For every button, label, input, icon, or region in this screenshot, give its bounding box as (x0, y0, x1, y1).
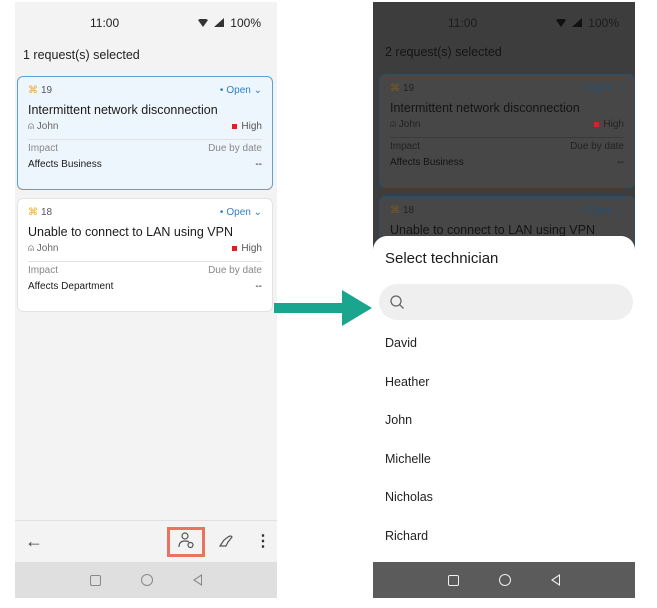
divider (28, 139, 262, 140)
request-id: 19 (403, 83, 415, 94)
wifi-icon (198, 16, 209, 30)
battery-text: 100% (230, 16, 261, 30)
requester-name: John (36, 243, 59, 254)
status-bar: 11:00 100% (15, 2, 277, 42)
request-id-icon: ⌘ (28, 207, 38, 218)
status-dropdown[interactable]: • Open ⌄ (582, 205, 624, 216)
status-dropdown[interactable]: • Open ⌄ (220, 207, 262, 218)
home-icon[interactable] (499, 574, 511, 586)
technician-option[interactable]: David (385, 336, 417, 350)
chevron-down-icon: ⌄ (253, 207, 262, 218)
android-nav-bar (373, 562, 635, 598)
impact-label: Impact (390, 141, 421, 152)
request-card-18[interactable]: ⌘ 18 • Open ⌄ Unable to connect to LAN usi… (17, 198, 273, 312)
technician-option[interactable]: Heather (385, 375, 429, 389)
divider (390, 137, 624, 138)
priority-badge: High (232, 243, 262, 254)
status-time: 11:00 (90, 16, 120, 30)
request-id-icon: ⌘ (28, 85, 38, 96)
status-dropdown[interactable]: • Open ⌄ (582, 83, 624, 94)
due-value: -- (617, 157, 624, 168)
battery-text: 100% (588, 16, 619, 30)
impact-value: Affects Business (390, 157, 464, 168)
android-nav-bar (15, 562, 277, 598)
due-label: Due by date (208, 143, 262, 154)
user-icon: ⍝ (390, 119, 396, 130)
hand-icon (217, 535, 235, 553)
assign-technician-button[interactable] (167, 527, 205, 557)
request-subject: Unable to connect to LAN using VPN (390, 223, 595, 237)
recents-icon[interactable] (90, 574, 101, 586)
requester-name: John (398, 119, 421, 130)
status-label: Open (588, 205, 613, 216)
pickup-button[interactable] (217, 531, 235, 554)
impact-label: Impact (28, 143, 59, 154)
transition-arrow-icon (274, 288, 372, 333)
impact-value: Affects Department (28, 281, 114, 292)
priority-badge: High (594, 119, 624, 130)
sheet-title: Select technician (385, 250, 499, 267)
requester-name: John (36, 121, 59, 132)
impact-value: Affects Business (28, 159, 102, 170)
due-label: Due by date (570, 141, 624, 152)
technician-search-input[interactable] (379, 284, 633, 320)
status-bar: 11:00 100% (373, 2, 635, 42)
bottom-toolbar: ← ⋮ (15, 520, 277, 564)
request-id: 19 (41, 85, 53, 96)
technician-option[interactable]: Nicholas (385, 490, 433, 504)
selection-title: 2 request(s) selected (385, 45, 502, 59)
status-label: Open (226, 85, 251, 96)
divider (28, 261, 262, 262)
page: 11:00 100% 1 request(s) selected ⌘ 19 • Op… (0, 0, 657, 608)
chevron-down-icon: ⌄ (253, 85, 262, 96)
signal-icon (572, 16, 583, 30)
request-subject: Intermittent network disconnection (28, 103, 218, 117)
priority-badge: High (232, 121, 262, 132)
request-subject: Intermittent network disconnection (390, 101, 580, 115)
request-card-19[interactable]: ⌘ 19 • Open ⌄ Intermittent network disconn… (379, 74, 635, 188)
back-arrow-button[interactable]: ← (25, 531, 43, 552)
recents-icon[interactable] (448, 574, 459, 586)
home-icon[interactable] (141, 574, 153, 586)
impact-label: Impact (28, 265, 59, 276)
chevron-down-icon: ⌄ (615, 83, 624, 94)
signal-icon (214, 16, 225, 30)
request-id: 18 (41, 207, 53, 218)
assign-user-icon (177, 531, 195, 554)
request-card-19[interactable]: ⌘ 19 • Open ⌄ Intermittent network disconn… (17, 76, 273, 190)
status-dropdown[interactable]: • Open ⌄ (220, 85, 262, 96)
back-triangle-icon[interactable] (193, 574, 202, 586)
request-id: 18 (403, 205, 415, 216)
selection-title: 1 request(s) selected (23, 48, 140, 62)
status-label: Open (588, 83, 613, 94)
technician-option[interactable]: Michelle (385, 452, 431, 466)
search-icon (389, 294, 405, 315)
technician-option[interactable]: John (385, 413, 412, 427)
request-id-icon: ⌘ (390, 83, 400, 94)
due-label: Due by date (208, 265, 262, 276)
wifi-icon (556, 16, 567, 30)
status-time: 11:00 (448, 16, 478, 30)
user-icon: ⍝ (28, 243, 34, 254)
technician-option[interactable]: Richard (385, 529, 428, 543)
right-phone-screen: 11:00 100% 2 request(s) selected ⌘ 19 • Op… (373, 2, 635, 598)
select-technician-sheet: Select technician David Heather John Mic… (373, 236, 635, 562)
back-triangle-icon[interactable] (551, 574, 560, 586)
status-label: Open (226, 207, 251, 218)
request-id-icon: ⌘ (390, 205, 400, 216)
left-phone-screen: 11:00 100% 1 request(s) selected ⌘ 19 • Op… (15, 2, 277, 598)
request-subject: Unable to connect to LAN using VPN (28, 225, 233, 239)
due-value: -- (255, 281, 262, 292)
due-value: -- (255, 159, 262, 170)
more-options-button[interactable]: ⋮ (255, 531, 271, 551)
user-icon: ⍝ (28, 121, 34, 132)
chevron-down-icon: ⌄ (615, 205, 624, 216)
